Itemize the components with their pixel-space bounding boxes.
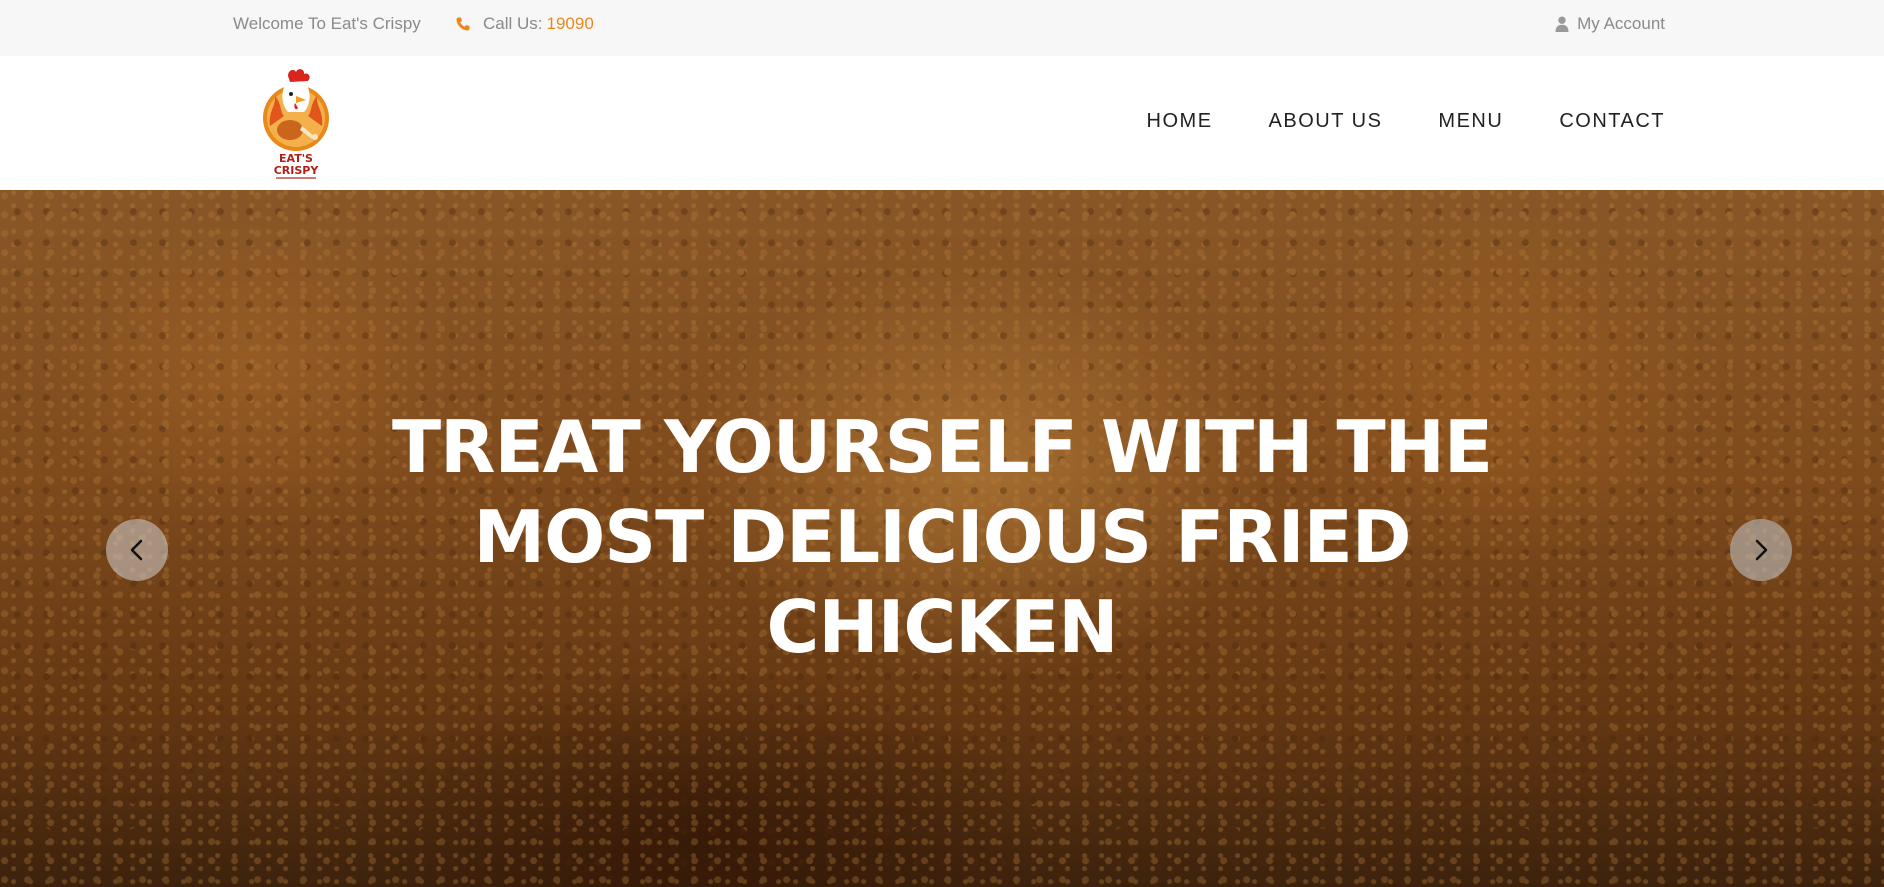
hero-title-line2: MOST DELICIOUS FRIED <box>473 495 1411 579</box>
chevron-right-icon <box>1755 539 1768 561</box>
main-header: EAT'S CRISPY HOME ABOUT US MENU CONTACT <box>0 56 1884 190</box>
nav-menu[interactable]: MENU <box>1438 110 1503 133</box>
call-us[interactable]: Call Us: 19090 <box>455 14 594 34</box>
chevron-left-icon <box>130 539 143 561</box>
my-account-label: My Account <box>1577 14 1665 33</box>
welcome-text: Welcome To Eat's Crispy <box>233 14 421 33</box>
my-account-link[interactable]: My Account <box>1555 14 1665 34</box>
main-nav: HOME ABOUT US MENU CONTACT <box>1147 110 1665 133</box>
hero-title-line3: CHICKEN <box>766 585 1119 669</box>
call-label: Call Us: <box>483 14 543 33</box>
nav-about-us[interactable]: ABOUT US <box>1269 110 1383 133</box>
user-icon <box>1555 16 1569 32</box>
logo-line2: CRISPY <box>274 164 320 177</box>
slider-prev-button[interactable] <box>106 519 168 581</box>
top-bar: Welcome To Eat's Crispy Call Us: 19090 M… <box>0 0 1884 56</box>
nav-home[interactable]: HOME <box>1147 110 1213 133</box>
slider-next-button[interactable] <box>1730 519 1792 581</box>
hero-title: TREAT YOURSELF WITH THE MOST DELICIOUS F… <box>342 402 1542 672</box>
hero-slider: TREAT YOURSELF WITH THE MOST DELICIOUS F… <box>0 190 1884 887</box>
nav-contact[interactable]: CONTACT <box>1559 110 1665 133</box>
site-logo[interactable]: EAT'S CRISPY <box>258 66 334 182</box>
phone-number[interactable]: 19090 <box>547 14 594 34</box>
phone-icon <box>455 16 471 32</box>
hero-title-line1: TREAT YOURSELF WITH THE <box>391 405 1493 489</box>
